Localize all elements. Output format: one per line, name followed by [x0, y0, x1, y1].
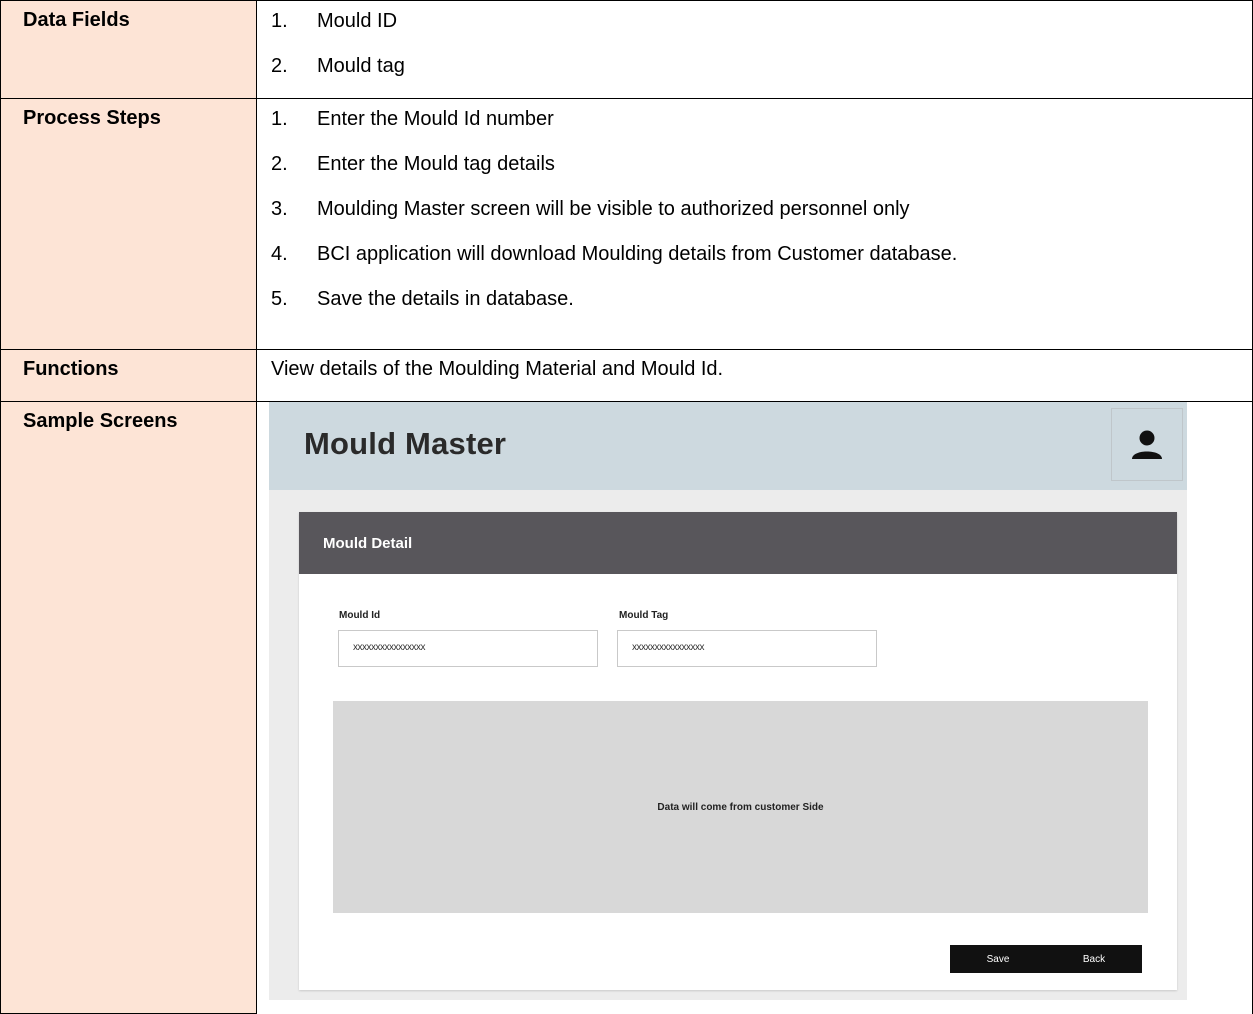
screen-title: Mould Master: [304, 426, 507, 461]
list-number: 2.: [271, 153, 288, 175]
list-number: 5.: [271, 288, 288, 310]
sample-screens-content: Mould Master Mould Detail Mould Id xxxxx…: [256, 401, 1253, 1014]
user-button[interactable]: [1111, 408, 1183, 481]
list-item: 1. Mould ID: [271, 1, 1252, 46]
mould-master-screen: Mould Master Mould Detail Mould Id xxxxx…: [269, 402, 1187, 1000]
mould-id-label: Mould Id: [339, 610, 381, 621]
save-button[interactable]: Save: [950, 945, 1046, 973]
list-item: 3. Moulding Master screen will be visible…: [271, 189, 1252, 234]
mould-detail-card: Mould Detail Mould Id xxxxxxxxxxxxxxxx M…: [299, 512, 1177, 990]
list-number: 1.: [271, 10, 288, 32]
data-fields-list: 1. Mould ID 2. Mould tag: [271, 1, 1252, 91]
row-process-steps: Process Steps 1. Enter the Mould Id numbe…: [0, 98, 1253, 350]
list-text: Enter the Mould tag details: [317, 153, 555, 175]
card-title: Mould Detail: [299, 512, 1177, 574]
user-icon: [1132, 430, 1162, 459]
list-item: 4. BCI application will download Moulding…: [271, 234, 1252, 279]
data-panel-text: Data will come from customer Side: [657, 801, 824, 813]
customer-data-panel: Data will come from customer Side: [333, 701, 1148, 913]
mould-tag-label: Mould Tag: [619, 610, 669, 621]
mould-id-input[interactable]: xxxxxxxxxxxxxxxx: [338, 630, 598, 667]
list-item: 5. Save the details in database.: [271, 279, 1252, 324]
back-button[interactable]: Back: [1046, 945, 1142, 973]
list-number: 3.: [271, 198, 288, 220]
list-item: 1. Enter the Mould Id number: [271, 99, 1252, 144]
process-steps-content: 1. Enter the Mould Id number 2. Enter the …: [256, 98, 1253, 350]
row-functions: Functions View details of the Moulding M…: [0, 349, 1253, 402]
list-number: 1.: [271, 108, 288, 130]
list-number: 4.: [271, 243, 288, 265]
process-steps-list: 1. Enter the Mould Id number 2. Enter the …: [271, 99, 1252, 324]
mould-tag-input[interactable]: xxxxxxxxxxxxxxxx: [617, 630, 877, 667]
list-text: Save the details in database.: [317, 288, 574, 310]
functions-label: Functions: [0, 349, 257, 402]
screen-header: Mould Master: [269, 402, 1187, 490]
data-fields-content: 1. Mould ID 2. Mould tag: [256, 0, 1253, 99]
list-text: BCI application will download Moulding d…: [317, 243, 958, 265]
sample-screens-label: Sample Screens: [0, 401, 257, 1014]
list-item: 2. Mould tag: [271, 46, 1252, 91]
list-text: Mould tag: [317, 55, 405, 77]
list-text: Moulding Master screen will be visible t…: [317, 198, 910, 220]
spec-table: Data Fields 1. Mould ID 2. Mould tag Proce…: [0, 0, 1253, 1014]
functions-text: View details of the Moulding Material an…: [256, 349, 1253, 402]
list-item: 2. Enter the Mould tag details: [271, 144, 1252, 189]
data-fields-label: Data Fields: [0, 0, 257, 99]
list-text: Mould ID: [317, 10, 398, 32]
process-steps-label: Process Steps: [0, 98, 257, 350]
row-data-fields: Data Fields 1. Mould ID 2. Mould tag: [0, 0, 1253, 99]
row-sample-screens: Sample Screens Mould Master Mould Detail…: [0, 401, 1253, 1014]
list-text: Enter the Mould Id number: [317, 108, 554, 130]
list-number: 2.: [271, 55, 288, 77]
